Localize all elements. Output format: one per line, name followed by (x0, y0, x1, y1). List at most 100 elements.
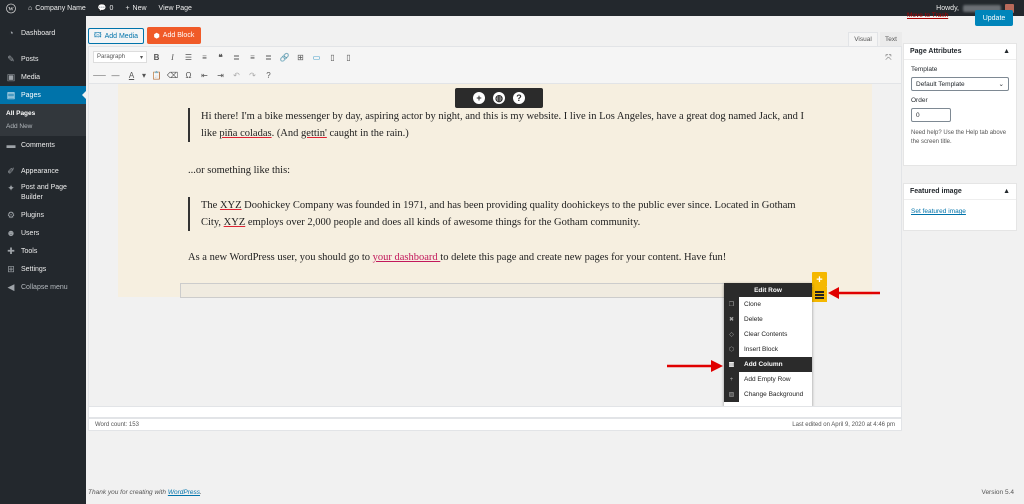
new-content-link[interactable]: + New (119, 0, 152, 16)
menu-item-change-background[interactable]: ▨ Change Background (724, 387, 812, 402)
table-icon[interactable]: ⊞ (294, 51, 307, 64)
help-text: Need help? Use the Help tab above the sc… (911, 130, 1007, 145)
or-something-paragraph[interactable]: ...or something like this: (188, 162, 290, 179)
submenu-all-pages[interactable]: All Pages (0, 107, 86, 120)
indent-icon[interactable]: ⇥ (214, 69, 227, 82)
sidebar-collapse-menu[interactable]: ◀ Collapse menu (0, 278, 86, 296)
paste-text-icon[interactable]: 📋 (150, 69, 163, 82)
dashboard-link[interactable]: your dashboard (373, 252, 441, 263)
undo-icon[interactable]: ↶ (230, 69, 243, 82)
collapse-icon: ◀ (7, 281, 15, 292)
text-color-icon[interactable]: A (125, 69, 138, 82)
sidebar-item-tools[interactable]: ✚ Tools (0, 242, 86, 260)
menu-item-insert-block[interactable]: ⬡ Insert Block (724, 342, 812, 357)
globe-icon[interactable]: ◍ (493, 92, 505, 104)
sidebar-item-media[interactable]: ▣ Media (0, 68, 86, 86)
add-circle-icon[interactable]: + (473, 92, 485, 104)
blockquote-icon[interactable]: ❝ (214, 51, 227, 64)
special-character-icon[interactable]: Ω (182, 69, 195, 82)
bullet-list-icon[interactable]: ☰ (182, 51, 195, 64)
help-circle-icon[interactable]: ? (513, 92, 525, 104)
align-right-icon[interactable]: ≣ (262, 51, 275, 64)
move-to-trash-link[interactable]: Move to Trash (907, 12, 948, 19)
sidebar-item-pages[interactable]: ▤ Pages (0, 86, 86, 104)
bold-icon[interactable]: B (150, 51, 163, 64)
sidebar-item-plugins[interactable]: ⚙ Plugins (0, 206, 86, 224)
template-select-value: Default Template (916, 80, 965, 88)
menu-item-clear-contents[interactable]: ◇ Clear Contents (724, 327, 812, 342)
menu-item-label: Add Column (744, 361, 783, 368)
add-media-button[interactable]: 🖾 Add Media (88, 28, 144, 44)
quote2-xyz-2: XYZ (223, 217, 246, 228)
blockquote-2[interactable]: The XYZ Doohickey Company was founded in… (188, 197, 813, 231)
phone-preview-icon[interactable]: ▯ (342, 51, 355, 64)
view-page-link[interactable]: View Page (153, 0, 198, 16)
align-left-icon[interactable]: ≣ (230, 51, 243, 64)
clear-formatting-icon[interactable]: ⌫ (166, 69, 179, 82)
blockquote-1[interactable]: Hi there! I'm a bike messenger by day, a… (188, 108, 813, 142)
set-featured-image-link[interactable]: Set featured image (911, 208, 1016, 215)
fullscreen-icon[interactable]: ⤧ (882, 51, 895, 64)
menu-item-delete[interactable]: ✖ Delete (724, 312, 812, 327)
italic-icon[interactable]: I (166, 51, 179, 64)
triangle-up-icon[interactable]: ▲ (1003, 48, 1010, 55)
wordpress-link[interactable]: WordPress (168, 489, 200, 496)
annotation-arrow-icon (667, 360, 723, 372)
menu-item-clone[interactable]: ❐ Clone (724, 297, 812, 312)
wordpress-logo-icon[interactable]: W (0, 0, 22, 16)
order-input[interactable]: 0 (911, 108, 951, 122)
final-paragraph[interactable]: As a new WordPress user, you should go t… (188, 249, 828, 266)
numbered-list-icon[interactable]: ≡ (198, 51, 211, 64)
toolbar-row-1: Paragraph ▾ B I ☰ ≡ ❝ ≣ ≡ ≣ 🔗 ⊞ ▭ ▯ ▯ (93, 49, 355, 65)
sidebar-item-posts[interactable]: ✎ Posts (0, 50, 86, 68)
tab-visual[interactable]: Visual (848, 32, 878, 46)
plus-icon: + (125, 4, 130, 12)
triangle-up-icon[interactable]: ▲ (1003, 188, 1010, 195)
outdent-icon[interactable]: ⇤ (198, 69, 211, 82)
strikethrough-icon[interactable]: ⸺ (93, 69, 106, 82)
sidebar-item-settings[interactable]: ⊞ Settings (0, 260, 86, 278)
text-color-chevron-icon[interactable]: ▾ (141, 69, 147, 82)
format-select[interactable]: Paragraph ▾ (93, 51, 147, 63)
sidebar-item-users[interactable]: ☻ Users (0, 224, 86, 242)
comments-link[interactable]: 💬 0 (92, 0, 120, 16)
sidebar-item-post-and-page-builder[interactable]: ✦ Post and Page Builder (0, 180, 86, 206)
redo-icon[interactable]: ↷ (246, 69, 259, 82)
tab-text[interactable]: Text (880, 32, 902, 46)
link-icon[interactable]: 🔗 (278, 51, 291, 64)
howdy-label: Howdy, (936, 4, 959, 12)
quote1-text-c: caught in the rain.) (326, 128, 409, 139)
menu-item-add-column[interactable]: ▥ Add Column (724, 357, 812, 372)
template-select[interactable]: Default Template ⌄ (911, 77, 1009, 91)
footer-thanks-prefix: Thank you for creating with (88, 489, 168, 496)
quote2-text-c: employs over 2,000 people and does all k… (245, 217, 641, 228)
sidebar-item-label: Media (21, 73, 41, 81)
sidebar-item-label: Comments (21, 141, 55, 149)
footer-version: Version 5.4 (981, 489, 1014, 496)
row-menu-button[interactable] (812, 287, 827, 302)
menu-item-add-empty-row[interactable]: + Add Empty Row (724, 372, 812, 387)
chevron-down-icon: ⌄ (998, 81, 1004, 88)
dashboard-icon: ◔ (8, 28, 14, 38)
submenu-add-new[interactable]: Add New (0, 120, 86, 133)
align-center-icon[interactable]: ≡ (246, 51, 259, 64)
horizontal-line-icon[interactable]: — (109, 69, 122, 82)
comments-count: 0 (109, 4, 114, 12)
sidebar-item-appearance[interactable]: ✐ Appearance (0, 162, 86, 180)
sidebar-item-comments[interactable]: ▬ Comments (0, 136, 86, 154)
featured-image-header[interactable]: Featured image ▲ (904, 184, 1016, 200)
users-icon: ☻ (6, 228, 16, 238)
tablet-preview-icon[interactable]: ▯ (326, 51, 339, 64)
site-name-link[interactable]: ⌂ Company Name (22, 0, 92, 16)
update-button[interactable]: Update (975, 10, 1013, 26)
svg-text:W: W (8, 6, 14, 12)
help-icon[interactable]: ? (262, 69, 275, 82)
sidebar-item-dashboard[interactable]: ◔ Dashboard (0, 24, 86, 42)
add-row-plus-icon[interactable]: + (812, 272, 827, 287)
final-text-a: As a new WordPress user, you should go t… (188, 252, 373, 263)
add-block-button[interactable]: ⬢ Add Block (147, 27, 201, 44)
page-attributes-header[interactable]: Page Attributes ▲ (904, 44, 1016, 60)
menu-item-label: Clear Contents (744, 331, 788, 338)
empty-row[interactable] (180, 283, 818, 298)
desktop-preview-icon[interactable]: ▭ (310, 51, 323, 64)
